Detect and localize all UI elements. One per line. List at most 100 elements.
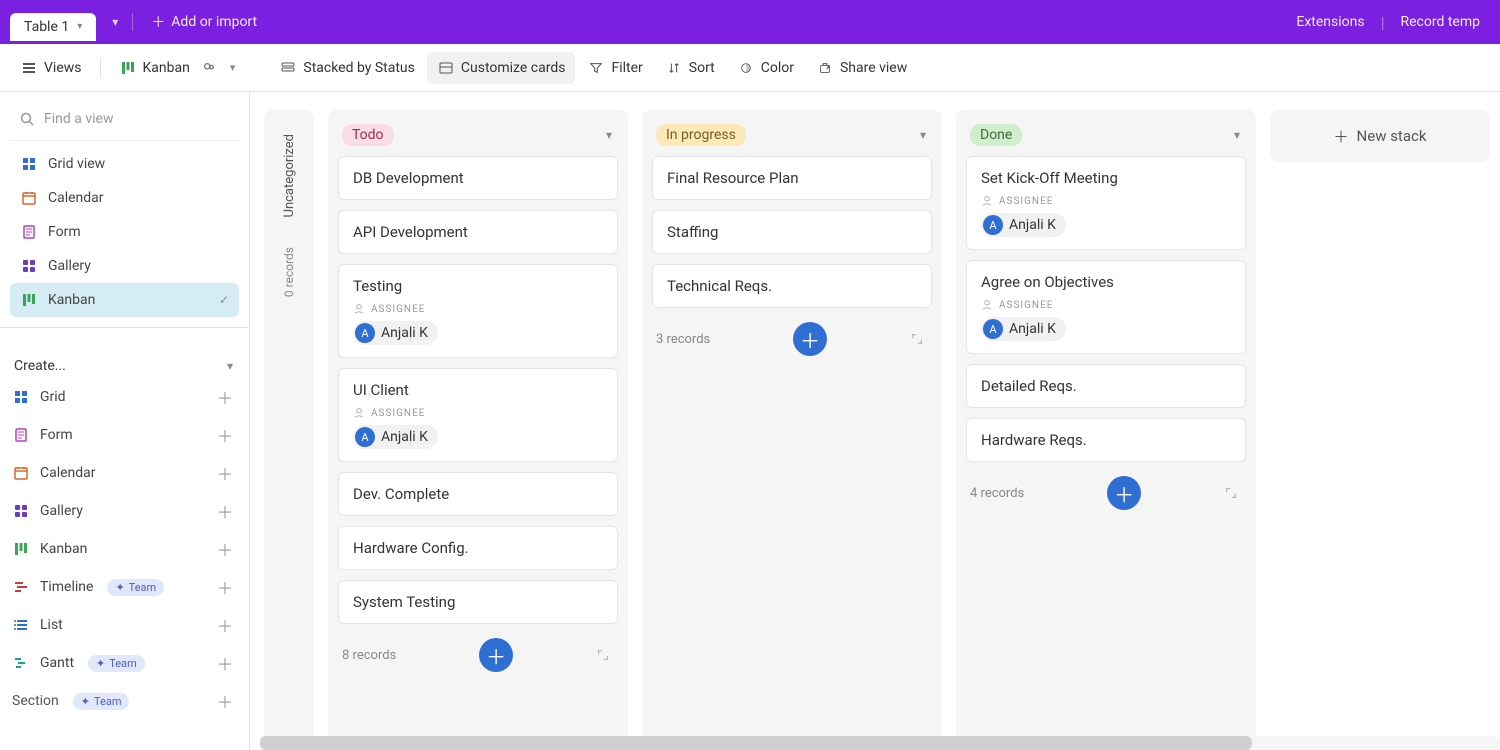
create-timeline[interactable]: Timeline ✦Team ＋ (10, 568, 239, 606)
team-badge: ✦Team (88, 655, 145, 672)
scrollbar-thumb[interactable] (260, 736, 1252, 750)
search-view-input[interactable]: Find a view (10, 102, 239, 136)
record-count: 8 records (342, 648, 396, 663)
create-label: Kanban (40, 541, 87, 557)
create-section-header[interactable]: Create... ▾ (10, 348, 239, 378)
plus-icon[interactable]: ＋ (217, 423, 233, 447)
card[interactable]: Technical Reqs. (652, 264, 932, 308)
create-calendar[interactable]: Calendar ＋ (10, 454, 239, 492)
grid-icon (20, 155, 38, 173)
sparkle-icon: ✦ (81, 695, 90, 708)
share-icon (816, 59, 834, 77)
record-count: 4 records (970, 486, 1024, 501)
chevron-down-icon[interactable]: ▾ (1234, 128, 1240, 142)
record-template-button[interactable]: Record temp (1391, 8, 1491, 36)
plus-icon[interactable]: ＋ (217, 385, 233, 409)
plus-icon[interactable]: ＋ (217, 613, 233, 637)
card[interactable]: Detailed Reqs. (966, 364, 1246, 408)
sidebar-view-grid[interactable]: Grid view (10, 147, 239, 181)
search-placeholder: Find a view (44, 111, 113, 127)
sidebar-view-calendar[interactable]: Calendar (10, 181, 239, 215)
card[interactable]: DB Development (338, 156, 618, 200)
create-label: Timeline (40, 579, 93, 595)
chevron-down-icon[interactable]: ▾ (920, 128, 926, 142)
kanban-icon (12, 540, 30, 558)
card-title: Hardware Reqs. (981, 431, 1231, 449)
card[interactable]: Agree on Objectives ASSIGNEE AAnjali K (966, 260, 1246, 354)
add-or-import-button[interactable]: ＋ Add or import (141, 6, 267, 38)
card[interactable]: Dev. Complete (338, 472, 618, 516)
create-kanban[interactable]: Kanban ＋ (10, 530, 239, 568)
horizontal-scrollbar[interactable] (260, 736, 1500, 750)
plus-icon[interactable]: ＋ (217, 575, 233, 599)
form-icon (12, 426, 30, 444)
card[interactable]: Hardware Reqs. (966, 418, 1246, 462)
plus-icon[interactable]: ＋ (217, 537, 233, 561)
plus-icon[interactable]: ＋ (217, 499, 233, 523)
card[interactable]: Set Kick-Off Meeting ASSIGNEE AAnjali K (966, 156, 1246, 250)
stack-inprogress: In progress ▾ Final Resource Plan Staffi… (642, 110, 942, 740)
card-title: UI Client (353, 381, 603, 399)
sidebar-view-form[interactable]: Form (10, 215, 239, 249)
share-view-button[interactable]: Share view (806, 52, 917, 84)
create-label: Gallery (40, 503, 83, 519)
view-label: Gallery (48, 258, 91, 274)
create-grid[interactable]: Grid ＋ (10, 378, 239, 416)
view-label: Form (48, 224, 81, 240)
card[interactable]: UI Client ASSIGNEE AAnjali K (338, 368, 618, 462)
sort-button[interactable]: Sort (655, 52, 725, 84)
team-badge: ✦ Team (73, 693, 130, 710)
plus-icon[interactable]: ＋ (217, 651, 233, 675)
create-form[interactable]: Form ＋ (10, 416, 239, 454)
calendar-icon (20, 189, 38, 207)
customize-cards-button[interactable]: Customize cards (427, 52, 576, 84)
kanban-label: Kanban (143, 60, 190, 76)
stacked-by-button[interactable]: Stacked by Status (269, 52, 425, 84)
chevron-down-icon: ▾ (230, 61, 236, 74)
card-title: Testing (353, 277, 603, 295)
new-stack-button[interactable]: ＋ New stack (1270, 110, 1490, 162)
plus-icon[interactable]: ＋ (217, 461, 233, 485)
card[interactable]: Hardware Config. (338, 526, 618, 570)
card[interactable]: Final Resource Plan (652, 156, 932, 200)
view-type-button[interactable]: Kanban ▾ (109, 52, 246, 84)
create-gallery[interactable]: Gallery ＋ (10, 492, 239, 530)
add-import-label: Add or import (171, 14, 257, 30)
gallery-icon (20, 257, 38, 275)
card[interactable]: Testing ASSIGNEE AAnjali K (338, 264, 618, 358)
create-label: Gantt (40, 655, 74, 671)
table-tab[interactable]: Table 1 ▾ (10, 13, 96, 41)
create-list[interactable]: List ＋ (10, 606, 239, 644)
card[interactable]: Staffing (652, 210, 932, 254)
create-gantt[interactable]: Gantt ✦Team ＋ (10, 644, 239, 682)
uncategorized-column[interactable]: Uncategorized 0 records (264, 110, 314, 740)
views-menu-button[interactable]: Views (10, 52, 92, 84)
card[interactable]: System Testing (338, 580, 618, 624)
team-badge: ✦Team (107, 579, 164, 596)
grid-icon (12, 388, 30, 406)
hamburger-icon (20, 59, 38, 77)
assignee-label: ASSIGNEE (353, 303, 603, 315)
filter-button[interactable]: Filter (577, 52, 652, 84)
sidebar-view-gallery[interactable]: Gallery (10, 249, 239, 283)
section-row[interactable]: Section ✦ Team ＋ (10, 682, 239, 720)
expand-icon[interactable] (910, 332, 928, 346)
add-card-button[interactable]: ＋ (793, 322, 827, 356)
chevron-down-icon[interactable]: ▾ (106, 15, 124, 29)
expand-icon[interactable] (1224, 486, 1242, 500)
card-title: Hardware Config. (353, 539, 603, 557)
team-label: Team (94, 695, 122, 708)
extensions-button[interactable]: Extensions (1286, 8, 1374, 36)
add-card-button[interactable]: ＋ (1107, 476, 1141, 510)
card-title: Staffing (667, 223, 917, 241)
color-button[interactable]: Color (727, 52, 804, 84)
record-temp-label: Record temp (1401, 14, 1481, 30)
assignee-value: AAnjali K (981, 317, 1231, 341)
expand-icon[interactable] (596, 648, 614, 662)
add-card-button[interactable]: ＋ (479, 638, 513, 672)
plus-icon[interactable]: ＋ (217, 689, 233, 713)
card[interactable]: API Development (338, 210, 618, 254)
chevron-down-icon[interactable]: ▾ (606, 128, 612, 142)
filter-label: Filter (611, 60, 642, 76)
sidebar-view-kanban[interactable]: Kanban ✓ (10, 283, 239, 317)
